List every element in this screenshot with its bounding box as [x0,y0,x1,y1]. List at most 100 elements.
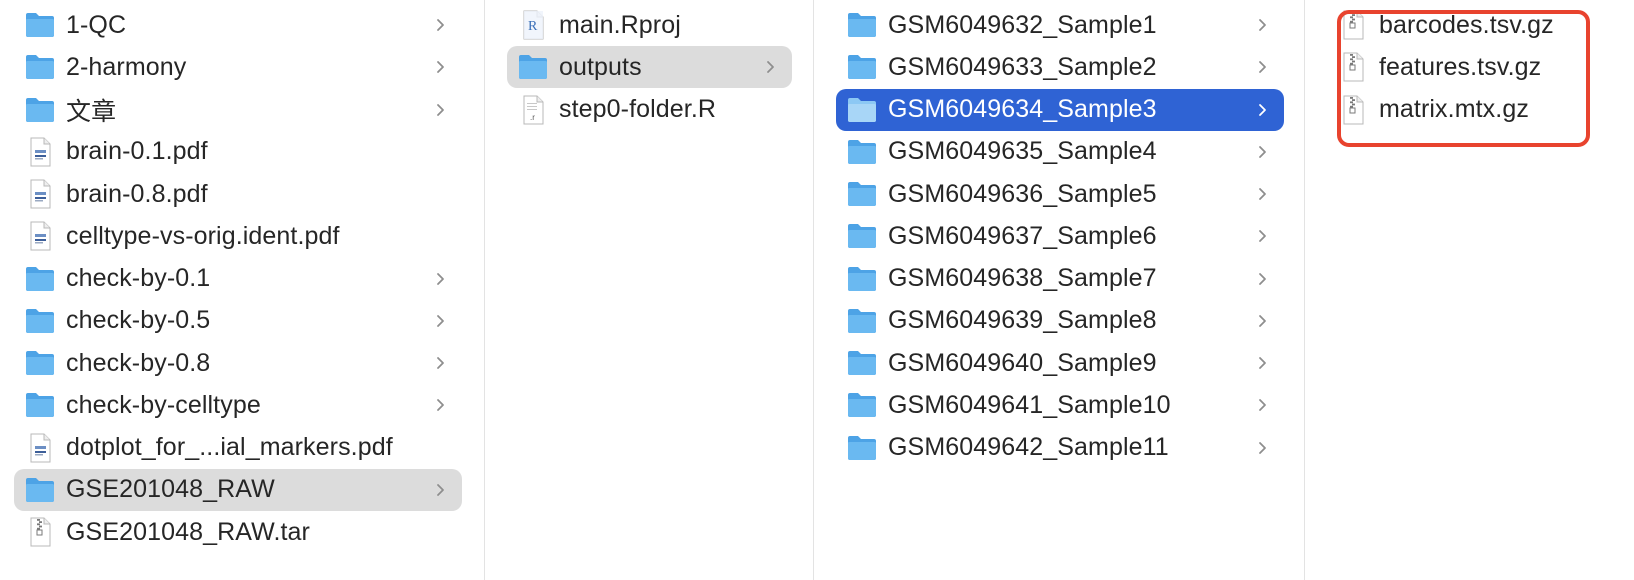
folder-row[interactable]: GSM6049642_Sample11 [836,427,1284,469]
chevron-right-icon [1252,15,1272,35]
folder-icon [846,432,878,464]
pdf-file-icon [24,136,56,168]
file-row[interactable]: celltype-vs-orig.ident.pdf [14,215,462,257]
svg-text:R: R [528,19,538,34]
folder-icon [846,94,878,126]
chevron-right-icon [1252,142,1272,162]
item-label: GSM6049641_Sample10 [888,390,1171,419]
folder-row[interactable]: GSM6049637_Sample6 [836,215,1284,257]
folder-row[interactable]: GSM6049640_Sample9 [836,342,1284,384]
chevron-right-icon [430,100,450,120]
pdf-file-icon [24,220,56,252]
rproj-file-icon: R [517,9,549,41]
folder-row[interactable]: 1-QC [14,4,462,46]
item-label: 1-QC [66,10,127,39]
file-row[interactable]: brain-0.8.pdf [14,173,462,215]
file-row[interactable]: Rmain.Rproj [507,4,792,46]
chevron-right-icon [1252,57,1272,77]
column-browser: 1-QC 2-harmony 文章 brain-0.1.pdf brain-0.8.pd… [0,0,1634,580]
item-label: check-by-0.8 [66,348,211,377]
folder-icon [24,389,56,421]
item-label: GSM6049642_Sample11 [888,433,1169,461]
folder-row[interactable]: outputs [507,46,792,89]
chevron-right-icon [1252,395,1272,415]
column-1[interactable]: 1-QC 2-harmony 文章 brain-0.1.pdf brain-0.8.pd… [0,0,484,580]
item-label: GSM6049632_Sample1 [888,10,1157,39]
folder-icon [846,178,878,210]
chevron-right-icon [1252,100,1272,120]
folder-icon [517,51,549,83]
chevron-right-icon [1252,184,1272,204]
folder-row[interactable]: check-by-0.8 [14,342,462,384]
item-label: GSM6049637_Sample6 [888,221,1157,250]
folder-icon [846,9,878,41]
folder-row[interactable]: GSM6049636_Sample5 [836,173,1284,215]
chevron-right-icon [430,57,450,77]
folder-icon [24,9,56,41]
chevron-right-icon [1252,311,1272,331]
chevron-right-icon [430,395,450,415]
chevron-right-icon [430,269,450,289]
column-2[interactable]: Rmain.Rproj outputs .r step0-folder.R [485,0,813,580]
pdf-file-icon [24,432,56,464]
folder-icon [24,94,56,126]
item-label: brain-0.8.pdf [66,179,208,208]
item-label: check-by-0.1 [66,264,211,292]
item-label: GSM6049636_Sample5 [888,179,1157,208]
archive-file-icon [24,516,56,548]
folder-icon [846,305,878,337]
folder-row[interactable]: GSM6049638_Sample7 [836,258,1284,300]
item-label: GSM6049635_Sample4 [888,137,1157,166]
folder-icon [24,305,56,337]
svg-text:.r: .r [530,113,535,122]
chevron-right-icon [1252,438,1272,458]
item-label: celltype-vs-orig.ident.pdf [66,221,340,250]
folder-icon [24,347,56,379]
file-row[interactable]: GSE201048_RAW.tar [14,511,462,553]
item-label: check-by-celltype [66,390,261,419]
folder-row[interactable]: GSM6049635_Sample4 [836,131,1284,173]
folder-row[interactable]: check-by-celltype [14,384,462,426]
folder-icon [846,263,878,295]
folder-icon [846,220,878,252]
item-label: 2-harmony [66,52,187,81]
r-script-file-icon: .r [517,94,549,126]
folder-icon [846,389,878,421]
chevron-right-icon [1252,226,1272,246]
folder-row[interactable]: GSM6049639_Sample8 [836,300,1284,342]
item-label: dotplot_for_...ial_markers.pdf [66,433,393,461]
folder-row[interactable]: GSM6049633_Sample2 [836,46,1284,88]
file-row[interactable]: .r step0-folder.R [507,89,792,131]
folder-row[interactable]: check-by-0.5 [14,300,462,342]
item-label: brain-0.1.pdf [66,137,208,166]
folder-icon [24,474,56,506]
file-row[interactable]: brain-0.1.pdf [14,131,462,173]
item-label: main.Rproj [559,10,681,39]
folder-icon [846,347,878,379]
chevron-right-icon [1252,269,1272,289]
folder-row[interactable]: 文章 [14,89,462,131]
item-label: 文章 [66,97,117,126]
item-label: step0-folder.R [559,95,717,123]
folder-icon [846,51,878,83]
item-label: check-by-0.5 [66,306,211,335]
folder-row[interactable]: check-by-0.1 [14,258,462,300]
folder-row[interactable]: GSM6049632_Sample1 [836,4,1284,46]
annotation-highlight-box [1337,10,1590,147]
folder-icon [24,263,56,295]
folder-row[interactable]: GSM6049634_Sample3 [836,88,1284,131]
folder-row[interactable]: GSM6049641_Sample10 [836,384,1284,426]
column-3[interactable]: GSM6049632_Sample1 GSM6049633_Sample2 GSM6… [814,0,1304,580]
chevron-right-icon [760,57,780,77]
item-label: GSM6049633_Sample2 [888,52,1157,81]
folder-icon [24,51,56,83]
file-row[interactable]: dotplot_for_...ial_markers.pdf [14,427,462,469]
chevron-right-icon [430,480,450,500]
item-label: GSE201048_RAW.tar [66,517,310,546]
chevron-right-icon [1252,353,1272,373]
chevron-right-icon [430,15,450,35]
pdf-file-icon [24,178,56,210]
folder-row[interactable]: 2-harmony [14,46,462,88]
item-label: GSM6049638_Sample7 [888,264,1157,292]
folder-row[interactable]: GSE201048_RAW [14,468,462,511]
